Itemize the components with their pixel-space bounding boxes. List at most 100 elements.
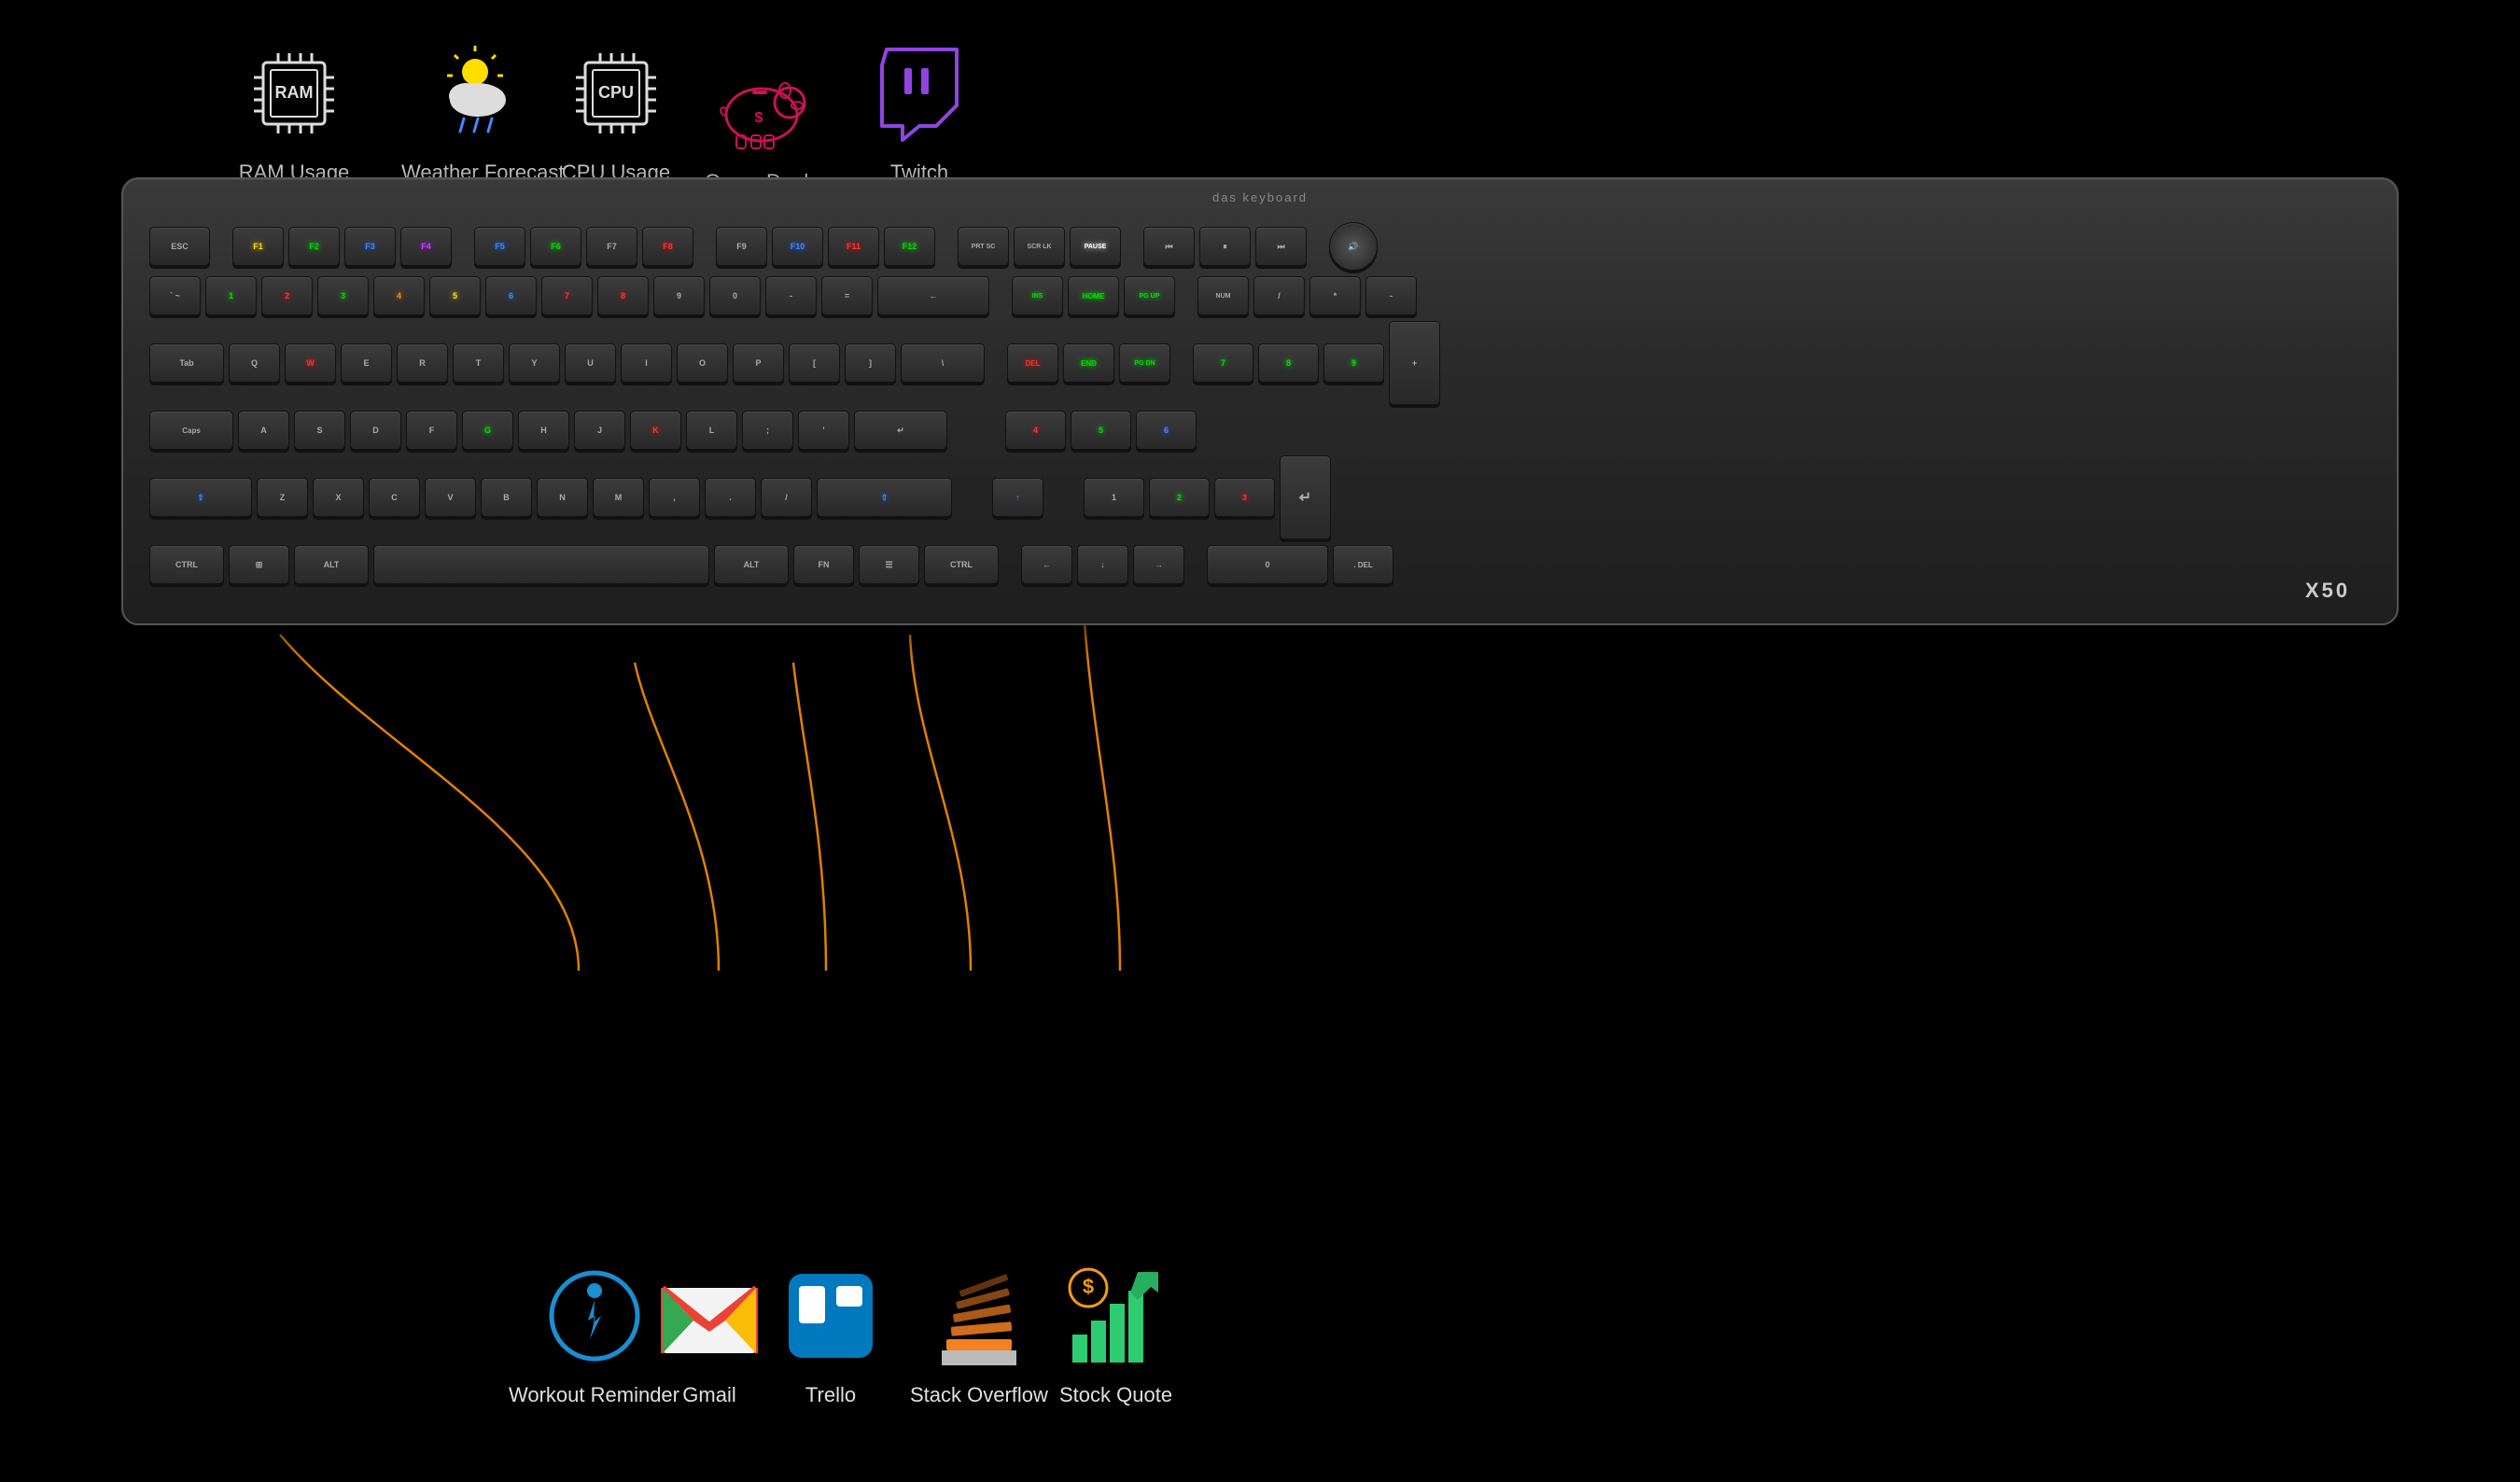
key-rbracket[interactable]: ]	[845, 343, 896, 383]
key-slash[interactable]: /	[761, 478, 812, 517]
key-home[interactable]: HOME	[1068, 276, 1119, 315]
key-f12[interactable]: F12	[884, 227, 935, 266]
key-volume-knob[interactable]: 🔊	[1329, 222, 1378, 271]
key-numminus[interactable]: -	[1365, 276, 1417, 315]
key-enter[interactable]: ↵	[854, 411, 947, 450]
key-esc[interactable]: ESC	[149, 227, 210, 266]
key-pgdn[interactable]: PG DN	[1119, 343, 1170, 383]
key-tab[interactable]: Tab	[149, 343, 224, 383]
key-k[interactable]: K	[630, 411, 681, 450]
key-c[interactable]: C	[369, 478, 420, 517]
key-a[interactable]: A	[238, 411, 289, 450]
key-num9[interactable]: 9	[1323, 343, 1384, 383]
key-t[interactable]: T	[453, 343, 504, 383]
key-x[interactable]: X	[313, 478, 364, 517]
key-num0[interactable]: 0	[1207, 545, 1328, 584]
key-prtsc[interactable]: PRT SC	[958, 227, 1009, 266]
key-space[interactable]	[373, 545, 709, 584]
key-numstar[interactable]: *	[1309, 276, 1361, 315]
key-5[interactable]: 5	[429, 276, 481, 315]
key-r[interactable]: R	[397, 343, 448, 383]
key-scrlk[interactable]: SCR LK	[1014, 227, 1065, 266]
key-q[interactable]: Q	[229, 343, 280, 383]
key-m[interactable]: M	[593, 478, 644, 517]
key-f2[interactable]: F2	[288, 227, 340, 266]
key-capslock[interactable]: Caps	[149, 411, 233, 450]
key-num3[interactable]: 3	[1214, 478, 1275, 517]
key-n[interactable]: N	[537, 478, 588, 517]
key-numplus[interactable]: +	[1389, 321, 1440, 405]
key-l[interactable]: L	[686, 411, 737, 450]
key-up[interactable]: ↑	[992, 478, 1043, 517]
key-del[interactable]: DEL	[1007, 343, 1058, 383]
key-quote[interactable]: '	[798, 411, 849, 450]
key-g[interactable]: G	[462, 411, 513, 450]
key-numdel[interactable]: . DEL	[1333, 545, 1393, 584]
key-media-prev[interactable]: ⏮	[1143, 227, 1195, 266]
key-f11[interactable]: F11	[828, 227, 879, 266]
key-f6[interactable]: F6	[530, 227, 581, 266]
key-media-play[interactable]: ⏸	[1199, 227, 1251, 266]
key-lwin[interactable]: ⊞	[229, 545, 289, 584]
key-fn[interactable]: FN	[793, 545, 854, 584]
key-down[interactable]: ↓	[1077, 545, 1128, 584]
key-f[interactable]: F	[406, 411, 457, 450]
key-f5[interactable]: F5	[474, 227, 525, 266]
key-semicolon[interactable]: ;	[742, 411, 793, 450]
key-lshift[interactable]: ⇧	[149, 478, 252, 517]
key-v[interactable]: V	[425, 478, 476, 517]
key-numslash[interactable]: /	[1253, 276, 1305, 315]
key-8[interactable]: 8	[597, 276, 649, 315]
key-3[interactable]: 3	[317, 276, 369, 315]
key-b[interactable]: B	[481, 478, 532, 517]
key-pgup[interactable]: PG UP	[1124, 276, 1175, 315]
key-i[interactable]: I	[621, 343, 672, 383]
key-d[interactable]: D	[350, 411, 401, 450]
key-media-next[interactable]: ⏭	[1255, 227, 1307, 266]
key-left[interactable]: ←	[1021, 545, 1072, 584]
key-num4[interactable]: 4	[1005, 411, 1066, 450]
key-right[interactable]: →	[1133, 545, 1184, 584]
key-9[interactable]: 9	[653, 276, 705, 315]
key-f10[interactable]: F10	[772, 227, 823, 266]
key-num5[interactable]: 5	[1071, 411, 1131, 450]
key-f3[interactable]: F3	[344, 227, 396, 266]
key-period[interactable]: .	[705, 478, 756, 517]
key-6[interactable]: 6	[485, 276, 537, 315]
key-j[interactable]: J	[574, 411, 625, 450]
key-e[interactable]: E	[341, 343, 392, 383]
key-4[interactable]: 4	[373, 276, 425, 315]
key-numlock[interactable]: NUM	[1197, 276, 1249, 315]
key-menu[interactable]: ☰	[859, 545, 919, 584]
key-0[interactable]: 0	[709, 276, 761, 315]
key-2[interactable]: 2	[261, 276, 313, 315]
key-f4[interactable]: F4	[400, 227, 452, 266]
key-f8[interactable]: F8	[642, 227, 693, 266]
key-y[interactable]: Y	[509, 343, 560, 383]
key-h[interactable]: H	[518, 411, 569, 450]
key-lctrl[interactable]: CTRL	[149, 545, 224, 584]
key-num6[interactable]: 6	[1136, 411, 1197, 450]
key-minus[interactable]: -	[765, 276, 817, 315]
key-w[interactable]: W	[285, 343, 336, 383]
key-end[interactable]: END	[1063, 343, 1114, 383]
key-numenter[interactable]: ↵	[1280, 455, 1331, 539]
key-p[interactable]: P	[733, 343, 784, 383]
key-1[interactable]: 1	[205, 276, 257, 315]
key-pause[interactable]: PAUSE	[1070, 227, 1121, 266]
key-num1[interactable]: 1	[1084, 478, 1144, 517]
key-equals[interactable]: =	[821, 276, 873, 315]
key-f1[interactable]: F1	[232, 227, 284, 266]
key-f9[interactable]: F9	[716, 227, 767, 266]
key-lbracket[interactable]: [	[789, 343, 840, 383]
key-backspace[interactable]: ←	[877, 276, 989, 315]
key-u[interactable]: U	[565, 343, 616, 383]
key-backslash[interactable]: \	[901, 343, 985, 383]
key-comma[interactable]: ,	[649, 478, 700, 517]
key-ralt[interactable]: ALT	[714, 545, 789, 584]
key-z[interactable]: Z	[257, 478, 308, 517]
key-o[interactable]: O	[677, 343, 728, 383]
key-num8[interactable]: 8	[1258, 343, 1319, 383]
key-f7[interactable]: F7	[586, 227, 637, 266]
key-backtick[interactable]: ` ~	[149, 276, 201, 315]
